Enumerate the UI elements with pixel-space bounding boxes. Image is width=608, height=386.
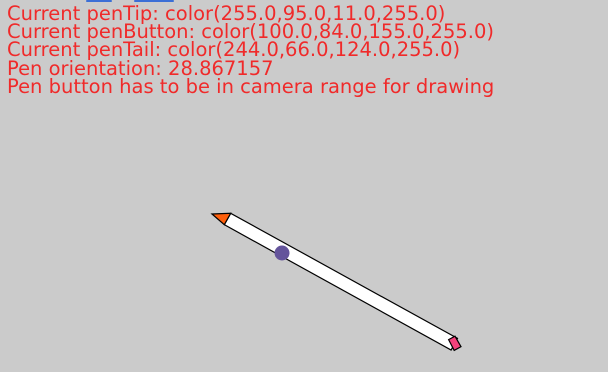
sketch-window: Current penTip: color(255.0,95.0,11.0,25…: [0, 0, 608, 386]
pen-body: [223, 212, 459, 351]
pen-visualization: [210, 212, 462, 352]
pen-graphic: [210, 212, 462, 352]
camera-canvas[interactable]: Current penTip: color(255.0,95.0,11.0,25…: [0, 0, 608, 372]
pen-button-marker: [274, 245, 290, 261]
